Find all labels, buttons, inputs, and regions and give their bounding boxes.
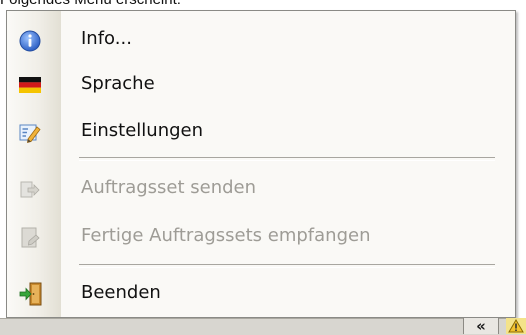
- menu-item-label: Einstellungen: [81, 120, 204, 141]
- exit-door-icon: [19, 282, 42, 306]
- menu-separator: [79, 264, 495, 268]
- receive-document-icon: [19, 227, 41, 248]
- taskbar-strip: [0, 318, 526, 335]
- menu-item-label: Sprache: [81, 73, 155, 94]
- german-flag-icon: [19, 75, 41, 95]
- menu-item-einstellungen[interactable]: Einstellungen: [7, 111, 515, 151]
- tray-warning[interactable]: [506, 318, 526, 334]
- menu-item-info[interactable]: Info...: [7, 19, 515, 59]
- menu-item-beenden[interactable]: Beenden: [7, 273, 515, 313]
- menu-item-label: Info...: [81, 28, 132, 49]
- show-hidden-icons-button[interactable]: «: [463, 318, 499, 334]
- warning-icon: [508, 319, 524, 333]
- menu-item-label: Auftragsset senden: [81, 177, 257, 198]
- settings-pencil-icon: [19, 122, 41, 144]
- menu-item-auftragsset-senden[interactable]: Auftragsset senden: [7, 168, 515, 208]
- info-icon: [19, 30, 41, 52]
- context-menu: Info... Sprache Einstellungen Auftragsse…: [6, 10, 516, 318]
- caption-text: Folgendes Menü erscheint:: [0, 0, 181, 8]
- menu-item-label: Fertige Auftragssets empfangen: [81, 225, 371, 246]
- menu-item-label: Beenden: [81, 282, 161, 303]
- send-document-icon: [19, 179, 41, 199]
- menu-item-auftragssets-empfangen[interactable]: Fertige Auftragssets empfangen: [7, 216, 515, 256]
- menu-separator: [79, 157, 495, 161]
- menu-item-sprache[interactable]: Sprache: [7, 64, 515, 104]
